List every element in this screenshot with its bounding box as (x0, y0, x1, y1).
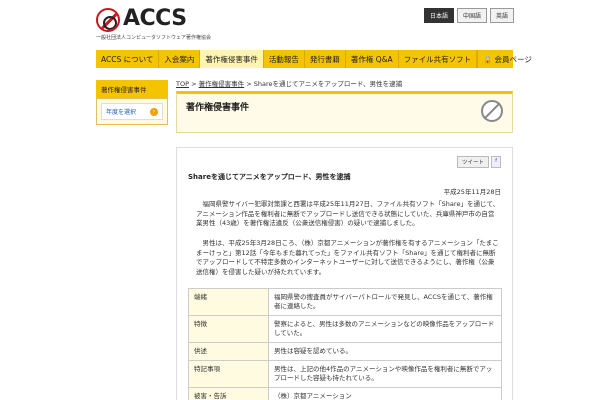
table-value: 男性は容疑を認めている。 (268, 342, 502, 361)
article-paragraph: 男性は、平成25年3月28日ころ、（株）京都アニメーションが著作権を有するアニメ… (196, 239, 499, 276)
site-header: ACCS 一般社団法人コンピュータソフトウェア著作権協会 日本語 中国語 英語 (0, 0, 610, 45)
table-label: 特記事項 (188, 360, 269, 388)
main-content: TOP > 著作権侵害事件 > Shareを通じてアニメをアップロード、男性を逮… (176, 78, 513, 400)
table-label: 特徴 (188, 315, 269, 343)
nav-fileshare[interactable]: ファイル共有ソフト (399, 50, 478, 68)
logo-subtitle: 一般社団法人コンピュータソフトウェア著作権協会 (96, 35, 212, 41)
article: ツイート f Shareを通じてアニメをアップロード、男性を逮捕 平成25年11… (176, 147, 513, 400)
breadcrumb-sep: > (191, 80, 197, 88)
table-label: 被害・告訴 (188, 387, 269, 400)
sidebar: 著作権侵害事件 年度を選択 › (96, 80, 168, 125)
table-row: 端緒 福岡県警の捜査員がサイバーパトロールで発見し、ACCSを通じて、著作権者に… (188, 288, 502, 316)
nav-activity[interactable]: 活動報告 (264, 50, 305, 68)
main-nav: ACCS について 入会案内 著作権侵害事件 活動報告 発行書籍 著作権 Q&A… (96, 50, 532, 68)
language-switcher: 日本語 中国語 英語 (423, 8, 514, 23)
no-copy-icon (481, 100, 503, 122)
section-title: 著作権侵害事件 (186, 103, 250, 113)
table-value: 福岡県警の捜査員がサイバーパトロールで発見し、ACCSを通じて、著作権者に連絡し… (268, 288, 502, 316)
share-buttons: ツイート f (457, 156, 501, 168)
accs-logo-icon (96, 8, 120, 32)
case-info-table: 端緒 福岡県警の捜査員がサイバーパトロールで発見し、ACCSを通じて、著作権者に… (188, 288, 502, 400)
nav-member[interactable]: 🔒 会員ページ (477, 50, 537, 68)
lock-icon: 🔒 (483, 54, 493, 64)
table-value: 警察によると、男性は多数のアニメーションなどの映像作品をアップロードしていた。 (268, 315, 502, 343)
table-value: 男性は、上記の他4作品のアニメーションや映像作品を権利者に無断でアップロードした… (268, 360, 502, 388)
breadcrumb-category[interactable]: 著作権侵害事件 (199, 80, 245, 88)
table-label: 端緒 (188, 288, 269, 316)
tweet-button[interactable]: ツイート (457, 156, 490, 168)
logo-text: ACCS (123, 6, 187, 31)
lang-english[interactable]: 英語 (489, 8, 514, 23)
nav-join[interactable]: 入会案内 (159, 50, 201, 68)
breadcrumb-current: Shareを通じてアニメをアップロード、男性を逮捕 (253, 80, 403, 88)
breadcrumb-top[interactable]: TOP (176, 80, 189, 88)
breadcrumb-sep: > (246, 80, 252, 88)
table-row: 特徴 警察によると、男性は多数のアニメーションなどの映像作品をアップロードしてい… (188, 315, 502, 343)
article-paragraph: 福岡県警サイバー犯罪対策課と西署は平成25年11月27日、ファイル共有ソフト「S… (196, 200, 500, 227)
accs-logo[interactable]: ACCS 一般社団法人コンピュータソフトウェア著作権協会 (96, 6, 211, 41)
lang-japanese[interactable]: 日本語 (423, 8, 454, 23)
facebook-button[interactable]: f (491, 156, 501, 168)
article-title: Shareを通じてアニメをアップロード、男性を逮捕 (188, 173, 351, 181)
table-label: 供述 (188, 342, 269, 361)
sidebar-heading: 著作権侵害事件 (96, 80, 168, 98)
sidebar-box: 年度を選択 › (96, 98, 168, 125)
breadcrumb: TOP > 著作権侵害事件 > Shareを通じてアニメをアップロード、男性を逮… (176, 78, 513, 88)
lang-chinese[interactable]: 中国語 (456, 8, 487, 23)
nav-cases[interactable]: 著作権侵害事件 (200, 50, 264, 68)
nav-qa[interactable]: 著作権 Q&A (346, 50, 399, 68)
year-select-label: 年度を選択 (106, 109, 137, 116)
section-header: 著作権侵害事件 (176, 91, 513, 133)
article-date: 平成25年11月28日 (443, 188, 501, 196)
arrow-right-icon: › (150, 107, 158, 116)
nav-books[interactable]: 発行書籍 (305, 50, 346, 68)
table-row: 供述 男性は容疑を認めている。 (188, 342, 502, 361)
nav-member-label: 会員ページ (494, 54, 532, 64)
table-value: （株）京都アニメーション (268, 387, 502, 400)
table-row: 特記事項 男性は、上記の他4作品のアニメーションや映像作品を権利者に無断でアップ… (188, 360, 502, 388)
table-row: 被害・告訴 （株）京都アニメーション (188, 387, 502, 400)
nav-about[interactable]: ACCS について (96, 50, 160, 68)
year-select-link[interactable]: 年度を選択 › (101, 103, 163, 120)
